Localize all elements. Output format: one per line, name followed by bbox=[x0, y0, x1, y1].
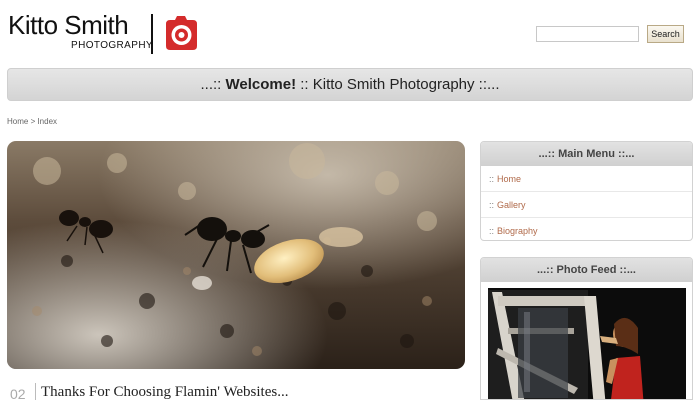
menu-item-biography[interactable]: :: Biography bbox=[481, 218, 692, 240]
welcome-banner: ...:: Welcome! :: Kitto Smith Photograph… bbox=[7, 68, 693, 101]
photo-feed-thumbnail[interactable] bbox=[488, 288, 686, 399]
menu-bullet: :: bbox=[489, 226, 495, 236]
welcome-prefix: ...:: bbox=[200, 76, 226, 93]
main-menu-panel: ...:: Main Menu ::... :: Home :: Gallery :… bbox=[480, 141, 693, 241]
menu-bullet: :: bbox=[489, 174, 495, 184]
menu-item-label: Biography bbox=[497, 226, 538, 236]
brand-name: Kitto Smith bbox=[8, 10, 129, 40]
menu-item-label: Gallery bbox=[497, 200, 526, 210]
menu-bullet: :: bbox=[489, 200, 495, 210]
camera-icon bbox=[166, 16, 197, 50]
menu-item-label: Home bbox=[497, 174, 522, 184]
search-input[interactable] bbox=[536, 26, 639, 42]
breadcrumb: Home > Index bbox=[7, 117, 58, 126]
brand-divider bbox=[151, 14, 153, 54]
post-title[interactable]: Thanks For Choosing Flamin' Websites... bbox=[41, 384, 288, 400]
welcome-rest: :: Kitto Smith Photography ::... bbox=[296, 76, 500, 93]
photo-feed-panel: ...:: Photo Feed ::... bbox=[480, 257, 693, 400]
welcome-bold: Welcome! bbox=[225, 76, 297, 93]
hero-photo bbox=[7, 141, 465, 369]
post-separator bbox=[35, 383, 36, 400]
search-button[interactable]: Search bbox=[647, 25, 684, 43]
brand-subtitle: PHOTOGRAPHY bbox=[71, 40, 154, 51]
main-menu-title: ...:: Main Menu ::... bbox=[481, 142, 692, 166]
post-number: 02 bbox=[10, 386, 26, 400]
photo-feed-title: ...:: Photo Feed ::... bbox=[481, 258, 692, 282]
menu-item-gallery[interactable]: :: Gallery bbox=[481, 192, 692, 218]
menu-item-home[interactable]: :: Home bbox=[481, 166, 692, 192]
